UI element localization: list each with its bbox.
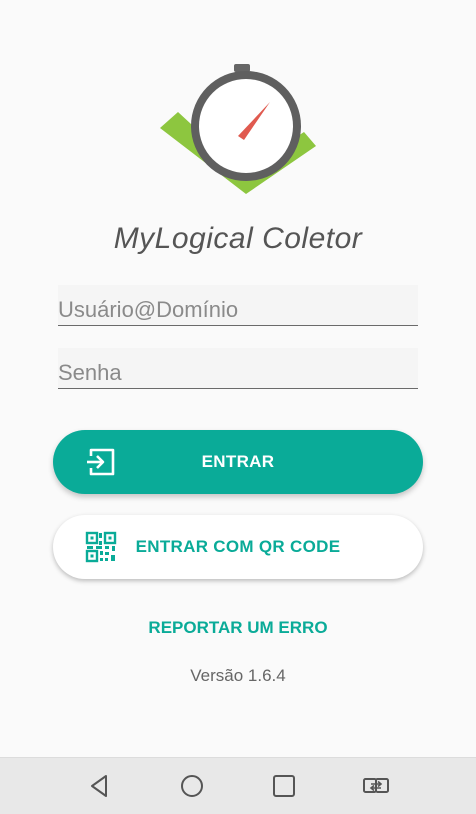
- username-field: [58, 285, 418, 326]
- switch-app-icon[interactable]: [362, 772, 390, 800]
- app-logo: [160, 64, 316, 194]
- qr-login-button-label: ENTRAR COM QR CODE: [135, 537, 341, 556]
- login-icon: [87, 448, 115, 476]
- login-button[interactable]: ENTRAR: [53, 430, 423, 494]
- username-input[interactable]: [58, 297, 418, 323]
- app-title: MyLogical Coletor: [113, 222, 363, 255]
- version-text: Versão 1.6.4: [190, 666, 286, 685]
- login-button-label: ENTRAR: [201, 452, 275, 471]
- back-icon[interactable]: [86, 772, 114, 800]
- password-input[interactable]: [58, 360, 418, 386]
- system-navbar: [0, 757, 476, 814]
- report-error-link[interactable]: REPORTAR UM ERRO: [0, 618, 476, 638]
- home-icon[interactable]: [178, 772, 206, 800]
- password-field: [58, 348, 418, 389]
- recents-icon[interactable]: [270, 772, 298, 800]
- qr-login-button[interactable]: ENTRAR COM QR CODE: [53, 515, 423, 579]
- qr-code-icon: [85, 531, 117, 563]
